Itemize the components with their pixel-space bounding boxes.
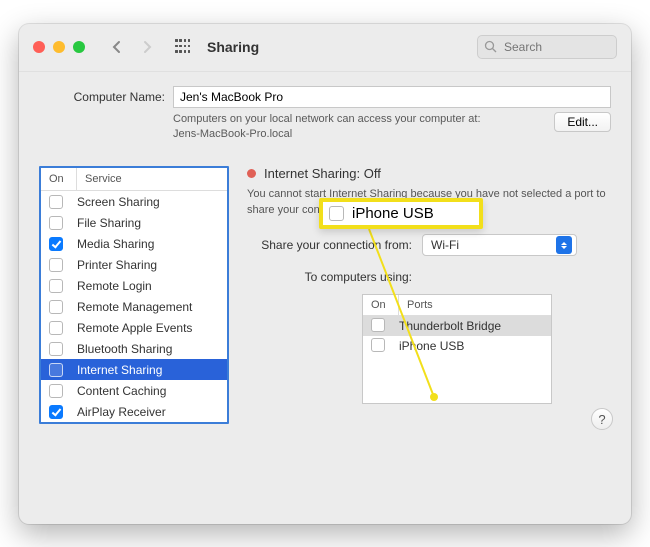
- service-label: Bluetooth Sharing: [77, 342, 172, 356]
- port-label: Thunderbolt Bridge: [399, 319, 501, 333]
- status-label: Internet Sharing: Off: [264, 166, 381, 181]
- service-checkbox[interactable]: [49, 321, 63, 335]
- hostname-row: Computers on your local network can acce…: [39, 112, 611, 143]
- share-from-label: Share your connection from:: [247, 238, 422, 252]
- service-checkbox[interactable]: [49, 237, 63, 251]
- service-label: Content Caching: [77, 384, 166, 398]
- service-row[interactable]: Remote Apple Events: [41, 317, 227, 338]
- ports-header-ports: Ports: [399, 295, 441, 315]
- service-label: Screen Sharing: [77, 195, 160, 209]
- sharing-prefpane-window: Sharing Computer Name: Computers on your…: [19, 24, 631, 524]
- service-label: Remote Login: [77, 279, 152, 293]
- service-label: AirPlay Receiver: [77, 405, 166, 419]
- to-using-row: To computers using:: [247, 266, 611, 284]
- service-label: Media Sharing: [77, 237, 154, 251]
- port-checkbox[interactable]: [371, 318, 385, 332]
- window-controls: [33, 41, 85, 53]
- ports-header: On Ports: [363, 295, 551, 316]
- forward-button[interactable]: [137, 37, 157, 57]
- services-header: On Service: [41, 168, 227, 191]
- minimize-icon[interactable]: [53, 41, 65, 53]
- service-label: Internet Sharing: [77, 363, 162, 377]
- search-input[interactable]: [477, 35, 617, 59]
- port-checkbox[interactable]: [371, 338, 385, 352]
- service-checkbox[interactable]: [49, 279, 63, 293]
- service-row[interactable]: File Sharing: [41, 212, 227, 233]
- service-label: Printer Sharing: [77, 258, 157, 272]
- service-label: Remote Apple Events: [77, 321, 192, 335]
- computer-name-row: Computer Name:: [39, 86, 611, 108]
- services-header-on: On: [41, 168, 77, 190]
- chevron-right-icon: [142, 40, 152, 54]
- popup-arrows-icon: [556, 236, 572, 254]
- edit-hostname-button[interactable]: Edit...: [554, 112, 611, 132]
- service-checkbox[interactable]: [49, 363, 63, 377]
- service-label: Remote Management: [77, 300, 192, 314]
- share-from-value: Wi-Fi: [431, 238, 459, 252]
- service-row[interactable]: Printer Sharing: [41, 254, 227, 275]
- share-from-popup[interactable]: Wi-Fi: [422, 234, 577, 256]
- window-title: Sharing: [207, 39, 259, 55]
- service-row[interactable]: Internet Sharing: [41, 359, 227, 380]
- help-button[interactable]: ?: [591, 408, 613, 430]
- service-checkbox[interactable]: [49, 342, 63, 356]
- service-row[interactable]: Screen Sharing: [41, 191, 227, 212]
- service-checkbox[interactable]: [49, 195, 63, 209]
- service-row[interactable]: Content Caching: [41, 380, 227, 401]
- status-dot-icon: [247, 169, 256, 178]
- close-icon[interactable]: [33, 41, 45, 53]
- service-checkbox[interactable]: [49, 405, 63, 419]
- share-from-row: Share your connection from: Wi-Fi: [247, 234, 611, 256]
- ports-header-on: On: [363, 295, 399, 315]
- service-label: File Sharing: [77, 216, 141, 230]
- annotation-callout: iPhone USB: [319, 198, 483, 229]
- callout-text: iPhone USB: [352, 205, 434, 222]
- computer-name-label: Computer Name:: [39, 90, 165, 104]
- service-row[interactable]: Remote Management: [41, 296, 227, 317]
- services-table[interactable]: On Service Screen Sharing File Sharing Med…: [39, 166, 229, 424]
- service-checkbox[interactable]: [49, 216, 63, 230]
- back-button[interactable]: [107, 37, 127, 57]
- port-row[interactable]: iPhone USB: [363, 336, 551, 356]
- to-using-label: To computers using:: [247, 266, 422, 284]
- titlebar: Sharing: [19, 24, 631, 72]
- service-checkbox[interactable]: [49, 300, 63, 314]
- search-icon: [484, 40, 497, 53]
- status-row: Internet Sharing: Off: [247, 166, 611, 181]
- service-row[interactable]: Remote Login: [41, 275, 227, 296]
- zoom-icon[interactable]: [73, 41, 85, 53]
- port-row[interactable]: Thunderbolt Bridge: [363, 316, 551, 336]
- services-header-service: Service: [77, 168, 130, 190]
- service-row[interactable]: AirPlay Receiver: [41, 401, 227, 422]
- service-row[interactable]: Bluetooth Sharing: [41, 338, 227, 359]
- callout-checkbox-icon: [329, 206, 344, 221]
- search-field[interactable]: [477, 35, 617, 59]
- port-label: iPhone USB: [399, 339, 464, 353]
- service-checkbox[interactable]: [49, 384, 63, 398]
- ports-table[interactable]: On Ports Thunderbolt Bridge iPhone USB: [362, 294, 552, 404]
- content-area: Computer Name: Computers on your local n…: [19, 72, 631, 445]
- computer-name-input[interactable]: [173, 86, 611, 108]
- service-checkbox[interactable]: [49, 258, 63, 272]
- chevron-left-icon: [112, 40, 122, 54]
- hostname-hint: Computers on your local network can acce…: [173, 112, 554, 143]
- service-row[interactable]: Media Sharing: [41, 233, 227, 254]
- show-all-icon[interactable]: [175, 39, 191, 55]
